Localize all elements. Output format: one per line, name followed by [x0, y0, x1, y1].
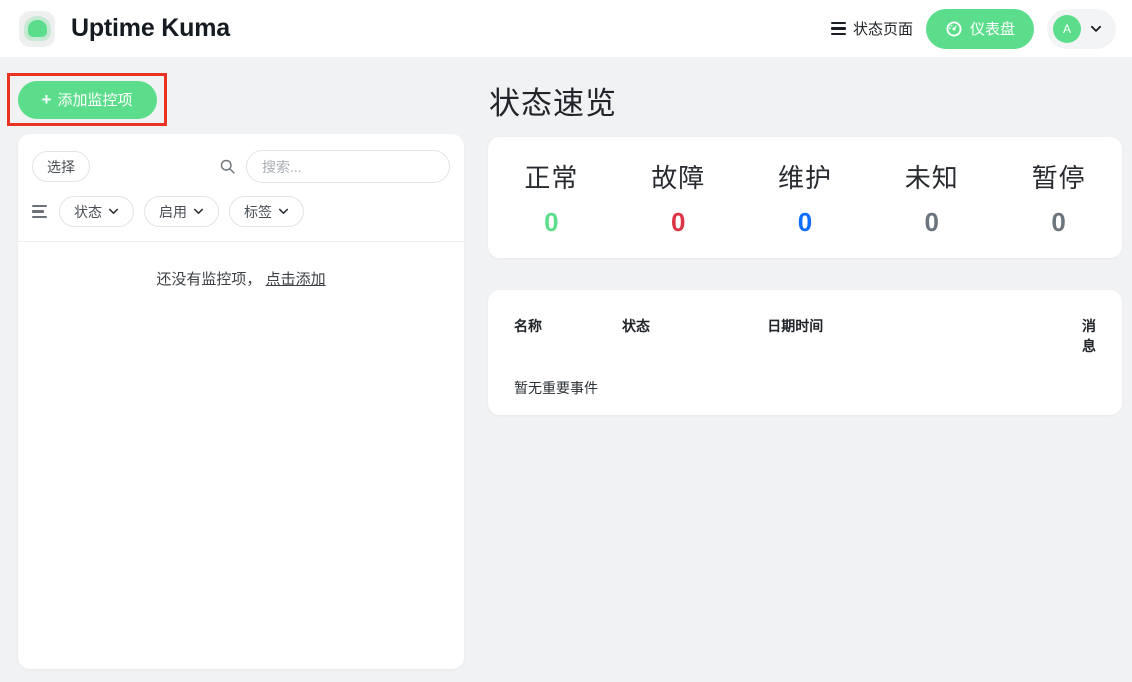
list-icon [831, 22, 846, 36]
search-area [219, 150, 450, 183]
add-monitor-highlight-annotation: + 添加监控项 [7, 73, 167, 126]
select-button[interactable]: 选择 [32, 151, 90, 182]
filter-active-label: 启用 [159, 202, 187, 222]
stat-pause-value: 0 [995, 207, 1122, 238]
header-actions: 状态页面 仪表盘 A [831, 9, 1116, 49]
uptime-kuma-logo-icon [19, 11, 55, 47]
gauge-icon [945, 20, 963, 38]
monitor-list-empty-text: 还没有监控项， [156, 271, 261, 288]
stat-up-value: 0 [488, 207, 615, 238]
stat-unknown-value: 0 [868, 207, 995, 238]
app-header: Uptime Kuma 状态页面 仪表盘 A [0, 0, 1132, 57]
status-page-link[interactable]: 状态页面 [831, 18, 913, 39]
stat-down-value: 0 [615, 207, 742, 238]
stat-pause-label: 暂停 [995, 158, 1122, 195]
page-title: 状态速览 [489, 78, 617, 123]
add-monitor-button[interactable]: + 添加监控项 [18, 81, 157, 119]
stat-pause: 暂停 0 [995, 158, 1122, 238]
events-table-header: 名称 状态 日期时间 消息 [488, 316, 1122, 356]
events-card: 名称 状态 日期时间 消息 暂无重要事件 [488, 290, 1122, 415]
events-empty-text: 暂无重要事件 [488, 356, 1122, 398]
brand: Uptime Kuma [19, 11, 230, 47]
plus-icon: + [42, 91, 52, 108]
events-col-status: 状态 [622, 316, 767, 356]
search-icon[interactable] [219, 158, 236, 175]
chevron-down-icon [108, 206, 119, 217]
chevron-down-icon [278, 206, 289, 217]
sort-list-icon[interactable] [32, 205, 47, 219]
filter-active-button[interactable]: 启用 [144, 196, 219, 227]
filter-tags-label: 标签 [244, 202, 272, 222]
chevron-down-icon [193, 206, 204, 217]
avatar: A [1053, 15, 1081, 43]
dashboard-label: 仪表盘 [970, 18, 1015, 39]
filter-status-button[interactable]: 状态 [59, 196, 134, 227]
monitor-filters: 状态 启用 标签 [18, 183, 464, 241]
stat-up-label: 正常 [488, 158, 615, 195]
monitor-list-panel: 选择 状态 启用 标签 [18, 134, 464, 669]
brand-title: Uptime Kuma [71, 14, 230, 43]
filter-status-label: 状态 [74, 202, 102, 222]
monitor-list-empty: 还没有监控项， 点击添加 [18, 242, 464, 289]
stat-down: 故障 0 [615, 158, 742, 238]
add-monitor-label: 添加监控项 [57, 89, 132, 110]
filter-tags-button[interactable]: 标签 [229, 196, 304, 227]
events-col-name: 名称 [514, 316, 622, 356]
monitor-list-toolbar: 选择 [18, 134, 464, 183]
events-col-message: 消息 [1082, 316, 1096, 356]
chevron-down-icon [1090, 23, 1102, 35]
select-label: 选择 [47, 157, 75, 177]
stat-unknown-label: 未知 [868, 158, 995, 195]
stat-up: 正常 0 [488, 158, 615, 238]
dashboard-button[interactable]: 仪表盘 [926, 9, 1034, 49]
events-col-datetime: 日期时间 [767, 316, 1082, 356]
stat-maintenance-label: 维护 [742, 158, 869, 195]
stat-maintenance: 维护 0 [742, 158, 869, 238]
search-input[interactable] [246, 150, 450, 183]
quick-stats-card: 正常 0 故障 0 维护 0 未知 0 暂停 0 [488, 137, 1122, 258]
user-menu[interactable]: A [1047, 9, 1116, 49]
stat-maintenance-value: 0 [742, 207, 869, 238]
add-monitor-link[interactable]: 点击添加 [266, 271, 326, 288]
stat-unknown: 未知 0 [868, 158, 995, 238]
status-page-label: 状态页面 [853, 18, 913, 39]
stat-down-label: 故障 [615, 158, 742, 195]
